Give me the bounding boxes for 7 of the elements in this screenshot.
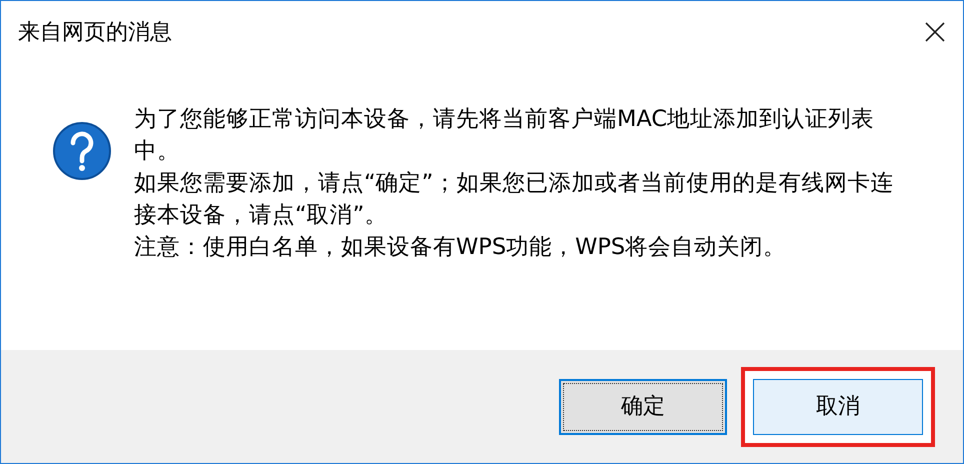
message-text: 注意：使用白名单，如果设备有WPS功能，WPS将会自动关闭。: [134, 233, 788, 262]
message-text: 如果您需要添加，请点“确定”；如果您已添加或者当前使用的是有线网卡连接本设备，请点“取消”。: [134, 169, 894, 230]
dialog-button[interactable]: 取消: [753, 378, 923, 434]
window-title: 来自网页的消息: [18, 18, 172, 46]
message-text: 为了您能够正常访问本设备，请先将当前客户端MAC地址添加到认证列表中。: [134, 105, 876, 166]
close-icon[interactable]: [923, 20, 947, 44]
dialog-button[interactable]: 确定: [559, 378, 727, 434]
